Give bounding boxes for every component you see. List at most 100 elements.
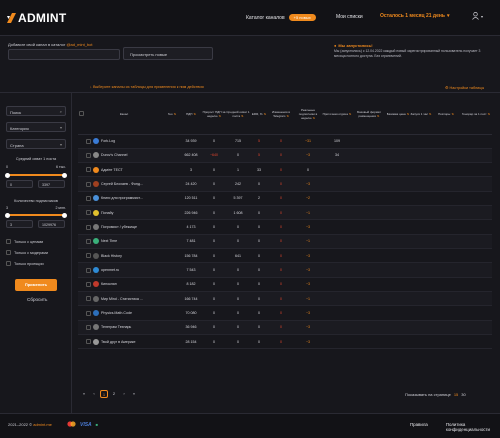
page-1[interactable]: 1 [100, 390, 108, 398]
table-row[interactable]: Сергей Блохаев - Фонд... 24 420 0 242 0 0 −3 [78, 176, 492, 192]
nav-my-lists[interactable]: Мои списки [336, 14, 363, 20]
table-row[interactable]: Black History 156 784 0 641 0 0 −3 [78, 248, 492, 264]
slider-handle-min[interactable] [5, 172, 10, 178]
channel-name[interactable]: openmet.ru [101, 268, 119, 272]
row-checkbox[interactable] [86, 281, 91, 287]
search-input[interactable]: Поиск ⌕ [6, 106, 66, 116]
sort-icon[interactable]: ⇅ [377, 114, 380, 118]
channel-name[interactable]: Сергей Блохаев - Фонд... [101, 182, 143, 186]
channel-cell[interactable]: Мир Mind - Статистика ... [84, 291, 164, 307]
channel-name[interactable]: Телеграм Технарь [101, 325, 131, 329]
row-checkbox[interactable] [86, 152, 91, 158]
checkbox[interactable] [6, 261, 11, 266]
slider-handle-max[interactable] [62, 212, 67, 218]
subs-from-input[interactable]: 3 [6, 220, 33, 228]
channel-cell[interactable]: Понайу [84, 205, 164, 221]
row-checkbox[interactable] [86, 224, 91, 230]
sort-icon[interactable]: ⇅ [286, 114, 289, 118]
channel-cell[interactable]: openmet.ru [84, 262, 164, 278]
channel-cell[interactable]: Next Time [84, 234, 164, 250]
selection-hint[interactable]: ↓ Выберите каналы из таблицы для примене… [90, 85, 204, 89]
column-header[interactable]: Средний охват 1 поста⇅ [226, 96, 250, 135]
check-projections[interactable]: Только проекции [6, 261, 44, 266]
rules-link[interactable]: Правила [410, 422, 428, 432]
channel-name[interactable]: Fork.Log [101, 139, 115, 143]
row-checkbox[interactable] [86, 339, 91, 345]
checkbox[interactable] [6, 239, 11, 244]
row-checkbox[interactable] [86, 181, 91, 187]
column-header[interactable]: Гео⇅ [164, 96, 180, 135]
slider-handle-min[interactable] [5, 212, 10, 218]
column-header[interactable]: ПДП⇅ [180, 96, 202, 135]
channel-input[interactable] [8, 49, 120, 60]
avg-to-input[interactable]: 3397 [38, 180, 65, 188]
column-header[interactable]: Реальные подписчики в неделю⇅ [294, 96, 322, 135]
sort-icon[interactable]: ⇅ [174, 112, 177, 116]
last-page-button[interactable]: » [130, 390, 138, 398]
column-header[interactable]: Базовая цена⇅ [386, 96, 410, 135]
channel-cell[interactable]: Fork.Log [84, 134, 164, 149]
row-checkbox[interactable] [86, 267, 91, 273]
sort-icon[interactable]: ⇅ [264, 112, 267, 116]
column-header[interactable]: ERR, %⇅ [250, 96, 268, 135]
table-row[interactable]: Твой друг в Америке 28 154 0 0 0 0 −3 [78, 334, 492, 350]
row-checkbox[interactable] [86, 253, 91, 259]
channel-name[interactable]: Адмінт ТЕСТ [101, 168, 123, 172]
channel-cell[interactable]: Твой друг в Америке [84, 334, 164, 350]
channel-cell[interactable]: Книги для программист... [84, 191, 164, 207]
subs-slider[interactable] [5, 212, 67, 218]
site-link[interactable]: admint.me [33, 422, 52, 427]
table-row[interactable]: Адмінт ТЕСТ 3 0 1 33 0 0 [78, 162, 492, 178]
column-header[interactable]: Изменения в Telegram⇅ [268, 96, 294, 135]
privacy-link[interactable]: Политика конфиденциальности [446, 422, 500, 432]
check-with-moderators[interactable]: Только с модерами [6, 250, 48, 255]
table-row[interactable]: Понайу 226 946 0 1 608 0 0 −1 [78, 205, 492, 221]
channel-name[interactable]: Black History [101, 254, 122, 258]
channel-cell[interactable]: Погромист / убежище [84, 219, 164, 235]
nav-catalog[interactable]: Каталог каналов +5 новых [246, 14, 316, 21]
row-checkbox[interactable] [86, 324, 91, 330]
row-checkbox[interactable] [86, 167, 91, 173]
table-row[interactable]: Телеграм Технарь 36 946 0 0 0 0 −3 [78, 320, 492, 336]
avg-from-input[interactable]: 0 [6, 180, 33, 188]
column-header[interactable]: Прирост ПДП за неделю⇅ [202, 96, 226, 135]
table-row[interactable]: Книги для программист... 120 511 0 5 397 2 0−… [78, 191, 492, 207]
channel-name[interactable]: Durov's Channel [101, 153, 127, 157]
column-header[interactable]: Запуск 1 час⇅ [410, 96, 432, 135]
channel-cell[interactable]: Physics.Math.Code [84, 305, 164, 321]
table-row[interactable]: openmet.ru 7 543 0 0 0 0 −3 [78, 262, 492, 278]
sort-icon[interactable]: ⇅ [349, 112, 352, 116]
select-all-checkbox[interactable] [78, 111, 84, 117]
column-header[interactable]: Приточная отдача⇅ [322, 96, 352, 135]
column-header[interactable]: Гонорар за 1 пост⇅ [460, 96, 492, 135]
per-page-15[interactable]: 15 [454, 392, 458, 397]
sort-icon[interactable]: ⇅ [407, 112, 410, 116]
page-2[interactable]: 2 [110, 390, 118, 398]
channel-cell[interactable]: Black History [84, 248, 164, 264]
sort-icon[interactable]: ⇅ [193, 112, 196, 116]
channel-cell[interactable]: Адмінт ТЕСТ [84, 162, 164, 178]
first-page-button[interactable]: « [80, 390, 88, 398]
channel-name[interactable]: Погромист / убежище [101, 225, 137, 229]
table-row[interactable]: Physics.Math.Code 70 080 0 0 0 0 −3 [78, 305, 492, 321]
column-header[interactable]: Повторы⇅ [432, 96, 460, 135]
per-page-30[interactable]: 30 [461, 392, 465, 397]
channel-cell[interactable]: Киноклан [84, 277, 164, 293]
sort-icon[interactable]: ⇅ [451, 112, 454, 116]
channel-cell[interactable]: Телеграм Технарь [84, 320, 164, 336]
table-row[interactable]: Мир Mind - Статистика ... 166 744 0 0 0 0 −1 [78, 291, 492, 307]
bot-link[interactable]: @ad_mint_bot [66, 42, 92, 47]
channel-name[interactable]: Physics.Math.Code [101, 311, 132, 315]
table-row[interactable]: Durov's Channel 662 408 −640 0 5 0 −3 34 [78, 148, 492, 164]
row-checkbox[interactable] [86, 310, 91, 316]
sort-icon[interactable]: ⇅ [488, 112, 491, 116]
apply-button[interactable]: Применить [15, 279, 57, 291]
channel-name[interactable]: Книги для программист... [101, 196, 143, 200]
country-select[interactable]: Страна ▾ [6, 139, 66, 149]
logo[interactable]: ADMINT [7, 11, 66, 25]
channel-name[interactable]: Твой друг в Америке [101, 340, 135, 344]
table-row[interactable]: Погромист / убежище 4 173 0 0 0 0 −3 [78, 219, 492, 235]
row-checkbox[interactable] [86, 296, 91, 302]
next-page-button[interactable]: › [120, 390, 128, 398]
row-checkbox[interactable] [86, 238, 91, 244]
